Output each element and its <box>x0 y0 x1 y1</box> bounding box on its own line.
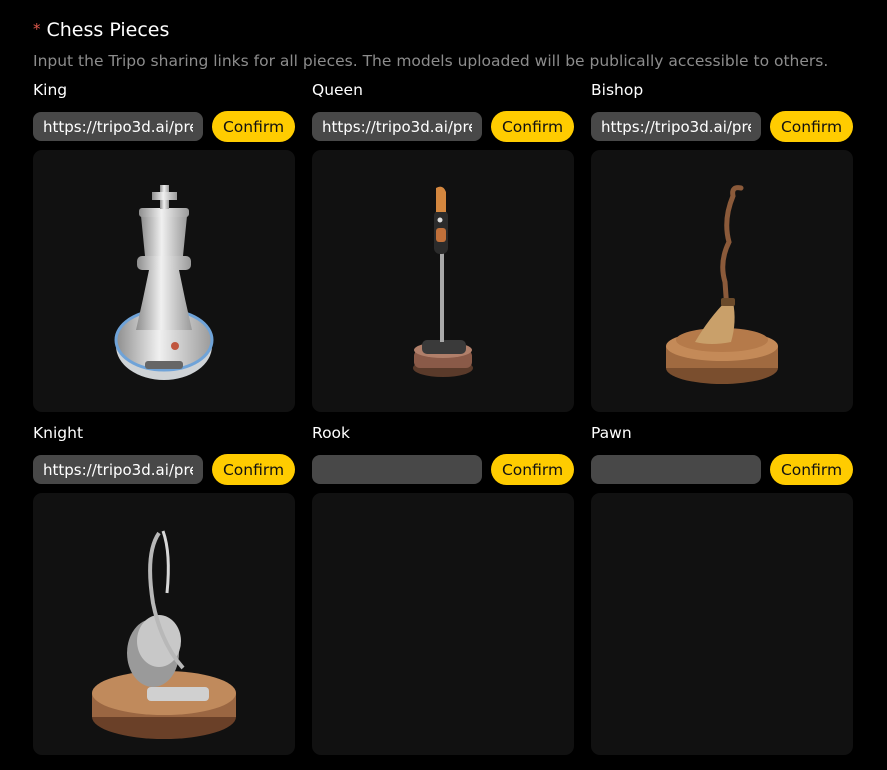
sharing-link-input[interactable] <box>312 455 482 484</box>
confirm-button[interactable]: Confirm <box>770 454 853 485</box>
sharing-link-input[interactable] <box>591 112 761 141</box>
broom-model <box>666 185 778 384</box>
piece-label: Rook <box>312 424 351 442</box>
model-preview-empty[interactable] <box>312 493 574 755</box>
stick-vacuum-model <box>413 186 473 377</box>
confirm-button[interactable]: Confirm <box>491 454 574 485</box>
canister-vacuum-model <box>92 530 236 739</box>
piece-label: King <box>33 81 68 99</box>
piece-label: Queen <box>312 81 363 99</box>
section-description: Input the Tripo sharing links for all pi… <box>33 52 829 70</box>
piece-label: Pawn <box>591 424 632 442</box>
model-preview[interactable] <box>33 493 295 755</box>
sharing-link-input[interactable] <box>591 455 761 484</box>
confirm-button[interactable]: Confirm <box>212 454 295 485</box>
confirm-button[interactable]: Confirm <box>212 111 295 142</box>
model-preview[interactable] <box>591 150 853 412</box>
required-marker: * <box>33 20 41 38</box>
sharing-link-input[interactable] <box>33 112 203 141</box>
chess-king-model <box>114 185 214 380</box>
model-preview-empty[interactable] <box>591 493 853 755</box>
piece-label: Knight <box>33 424 84 442</box>
sharing-link-input[interactable] <box>33 455 203 484</box>
section-title-text: Chess Pieces <box>46 19 170 41</box>
confirm-button[interactable]: Confirm <box>491 111 574 142</box>
section-title: * Chess Pieces <box>33 16 169 43</box>
sharing-link-input[interactable] <box>312 112 482 141</box>
model-preview[interactable] <box>33 150 295 412</box>
confirm-button[interactable]: Confirm <box>770 111 853 142</box>
piece-label: Bishop <box>591 81 644 99</box>
model-preview[interactable] <box>312 150 574 412</box>
